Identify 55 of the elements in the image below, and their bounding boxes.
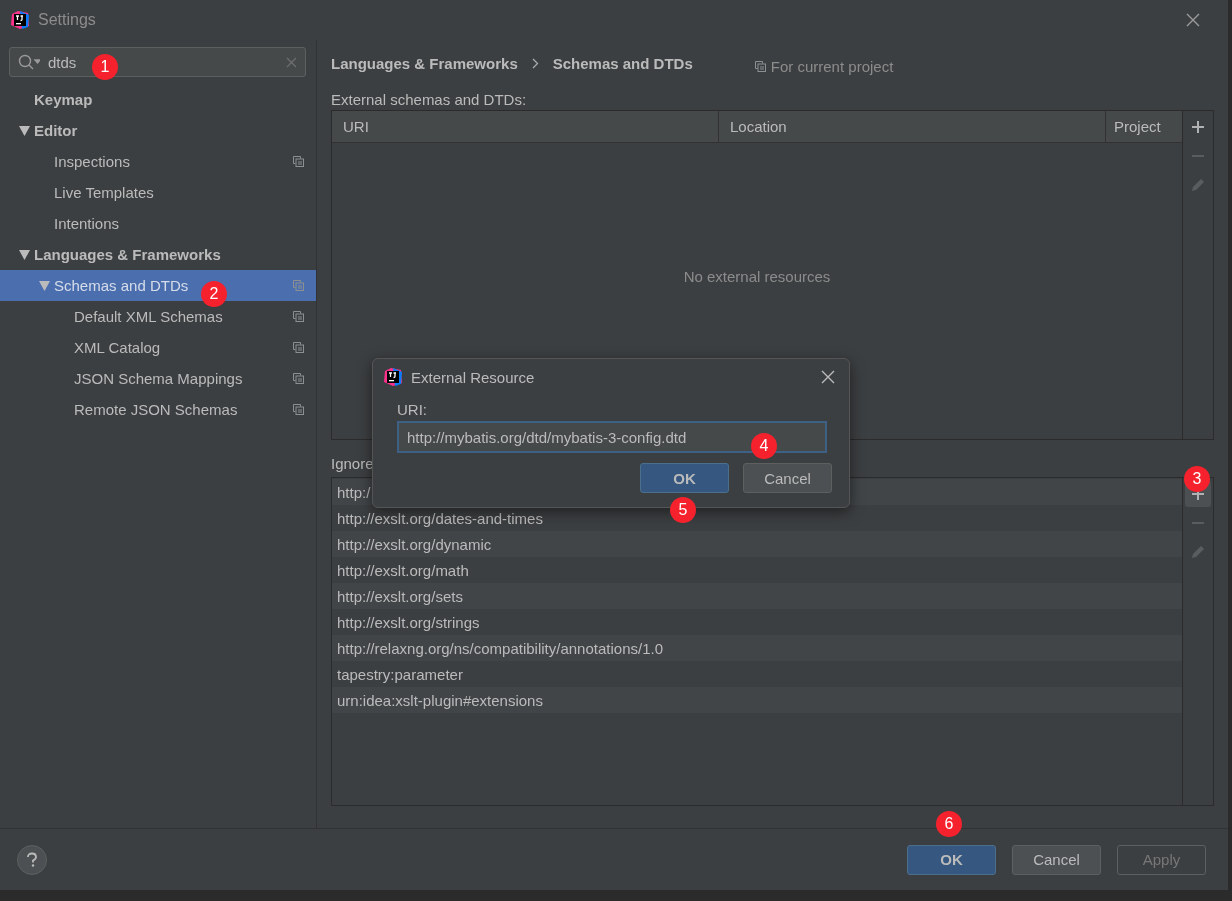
search-icon [18, 54, 40, 70]
table-cell: http:/ [337, 483, 371, 501]
ok-button[interactable]: OK [640, 463, 729, 493]
tree-item[interactable]: Inspections [0, 146, 316, 177]
tree-item[interactable]: Intentions [0, 208, 316, 239]
ok-button[interactable]: OK [907, 844, 996, 875]
copy-icon [293, 342, 304, 353]
field-label: URI: [397, 401, 427, 418]
tree-item[interactable]: Languages & Frameworks [0, 239, 316, 270]
table-cell: http://exslt.org/dynamic [337, 535, 492, 553]
copy-icon [293, 373, 304, 384]
empty-table-message: No external resources [683, 267, 831, 285]
tree-item[interactable]: Keymap [0, 84, 316, 115]
copy-icon [293, 280, 304, 291]
table-cell: tapestry:parameter [337, 665, 463, 683]
chevron-icon [531, 57, 539, 69]
section-label: External schemas and DTDs: [331, 89, 528, 110]
breadcrumb-item[interactable]: Languages & Frameworks [331, 54, 518, 72]
copy-icon [293, 311, 304, 322]
breadcrumb-item[interactable]: Schemas and DTDs [552, 54, 693, 72]
table-cell: http://exslt.org/sets [337, 587, 463, 605]
tree-item[interactable]: JSON Schema Mappings [0, 363, 316, 394]
expanded-arrow-icon[interactable] [38, 280, 50, 291]
scope-hint: For current project [770, 57, 894, 75]
pencil-icon [1190, 544, 1206, 560]
table-cell: http://exslt.org/strings [337, 613, 480, 631]
expanded-arrow-icon[interactable] [18, 125, 30, 136]
column-header[interactable]: Location [719, 111, 1106, 142]
cancel-button[interactable]: Cancel [1012, 844, 1101, 875]
copy-icon [293, 404, 304, 415]
dialog-logo-icon [383, 367, 403, 387]
tree-item[interactable]: Live Templates [0, 177, 316, 208]
dialog-title: External Resource [411, 368, 536, 386]
table-cell: http://exslt.org/math [337, 561, 469, 579]
app-logo-icon [10, 10, 30, 30]
table-cell: urn:idea:xslt-plugin#extensions [337, 691, 543, 709]
column-header[interactable]: URI [332, 111, 719, 142]
table-cell: http://relaxng.org/ns/compatibility/annotations/1.0 [337, 639, 664, 657]
question-icon [26, 851, 38, 868]
expanded-arrow-icon[interactable] [18, 249, 30, 260]
tree-item[interactable]: XML Catalog [0, 332, 316, 363]
table-cell: http://exslt.org/dates-and-times [337, 509, 543, 527]
cancel-button[interactable]: Cancel [743, 463, 832, 493]
tree-item[interactable]: Editor [0, 115, 316, 146]
copy-icon [293, 156, 304, 167]
help-button[interactable] [17, 844, 47, 875]
copy-icon [754, 60, 766, 72]
plus-icon [1191, 120, 1205, 134]
close-icon[interactable] [821, 370, 835, 384]
tree-item[interactable]: Remote JSON Schemas [0, 394, 316, 425]
section-label: Ignore [331, 453, 375, 474]
close-icon[interactable] [1186, 13, 1200, 27]
window-title: Settings [38, 11, 97, 29]
column-header[interactable]: Project [1106, 111, 1182, 142]
pencil-icon [1190, 177, 1206, 193]
